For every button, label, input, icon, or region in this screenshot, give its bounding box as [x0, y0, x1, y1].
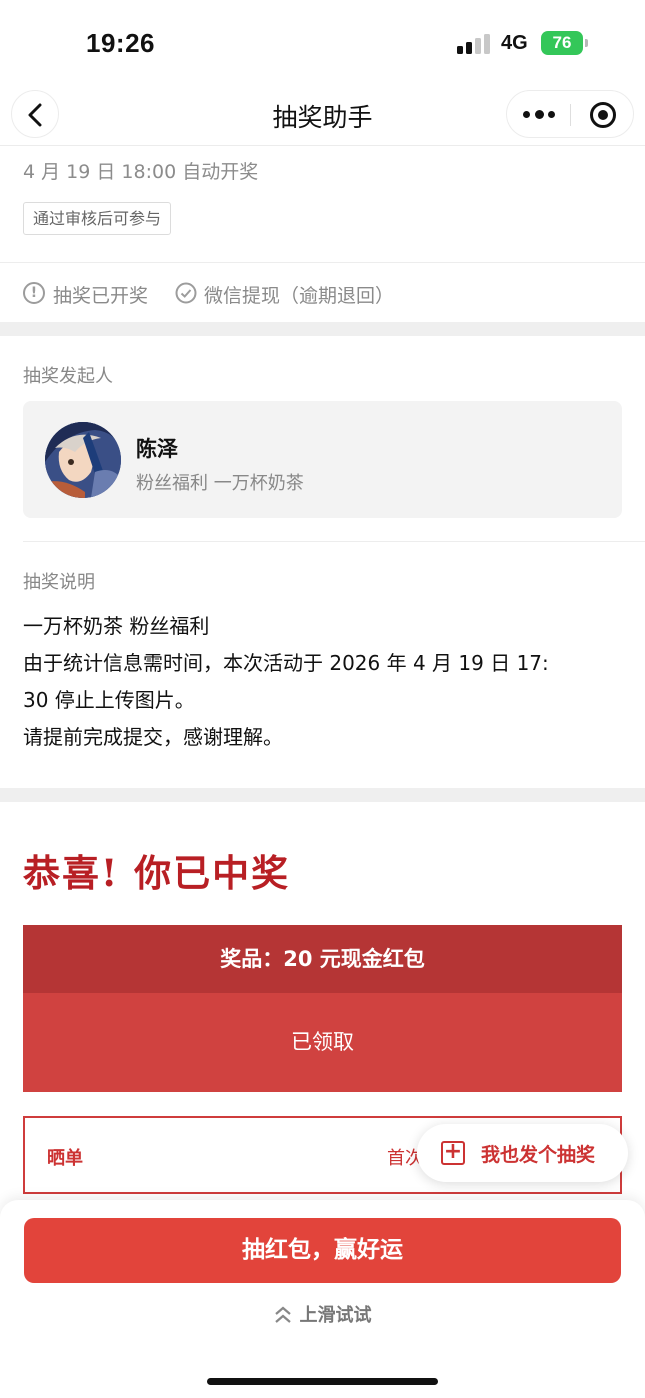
signal-icon [457, 34, 491, 54]
draw-time: 4 月 19 日 18:00 自动开奖 [23, 161, 259, 183]
exclamation-icon: ! [23, 282, 45, 304]
divider [0, 262, 645, 263]
create-lottery-button[interactable]: + 我也发个抽奖 [417, 1124, 628, 1182]
status-drawn: 抽奖已开奖 [53, 285, 149, 307]
bottom-sheet: 抽红包，赢好运 上滑试试 [0, 1200, 645, 1398]
section-spacer [0, 322, 645, 336]
section-spacer [0, 788, 645, 802]
description-line: 请提前完成提交，感谢理解。 [23, 725, 283, 749]
description-text: 一万杯奶茶 粉丝福利 由于统计信息需时间，本次活动于 2026 年 4 月 19… [23, 608, 623, 756]
create-lottery-label: 我也发个抽奖 [481, 1144, 596, 1166]
description-line: 由于统计信息需时间，本次活动于 2026 年 4 月 19 日 17: [23, 651, 549, 675]
swipe-up-hint[interactable]: 上滑试试 [0, 1301, 645, 1327]
description-line: 30 停止上传图片。 [23, 688, 195, 712]
swipe-up-label: 上滑试试 [299, 1305, 372, 1326]
battery-icon: 76 [541, 31, 588, 55]
initiator-card[interactable]: 陈泽 粉丝福利 一万杯奶茶 [23, 401, 622, 518]
status-bar: 19:26 4G 76 [0, 0, 645, 88]
mini-program-capsule [506, 90, 634, 138]
check-circle-icon [175, 282, 197, 304]
divider [23, 541, 645, 542]
status-time: 19:26 [86, 28, 155, 58]
nav-bar: 抽奖助手 [0, 88, 645, 146]
capsule-divider [570, 104, 571, 126]
congrats-heading: 恭喜! 你已中奖 [23, 851, 291, 895]
prize-title: 奖品：20 元现金红包 [23, 925, 622, 993]
initiator-label: 抽奖发起人 [23, 366, 113, 387]
plus-square-icon: + [441, 1141, 465, 1165]
double-chevron-up-icon [274, 1306, 291, 1323]
participation-tag: 通过审核后可参与 [23, 202, 172, 235]
claimed-button[interactable]: 已领取 [23, 993, 622, 1092]
initiator-desc: 粉丝福利 一万杯奶茶 [136, 473, 304, 494]
share-label: 晒单 [47, 1148, 83, 1169]
home-indicator[interactable] [207, 1378, 438, 1385]
draw-red-packet-button[interactable]: 抽红包，赢好运 [24, 1218, 621, 1283]
description-label: 抽奖说明 [23, 572, 95, 593]
status-withdraw: 微信提现（逾期退回） [204, 285, 395, 307]
initiator-name: 陈泽 [136, 437, 178, 461]
more-icon[interactable] [523, 110, 555, 119]
network-type: 4G [501, 32, 528, 54]
description-line: 一万杯奶茶 粉丝福利 [23, 614, 210, 638]
avatar [45, 422, 121, 498]
close-mini-program-icon[interactable] [590, 102, 616, 128]
